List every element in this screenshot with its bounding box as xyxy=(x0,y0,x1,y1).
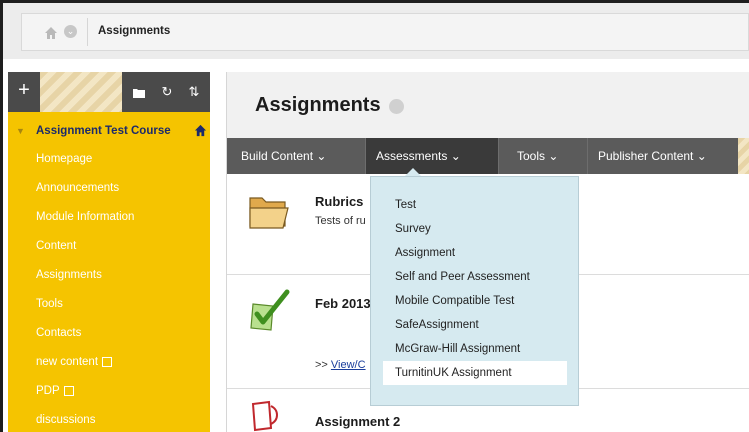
course-title[interactable]: Assignment Test Course xyxy=(36,125,171,137)
chevron-down-icon: ⌄ xyxy=(316,149,327,163)
assessments-dropdown-menu: Test Survey Assignment Self and Peer Ass… xyxy=(370,176,579,406)
assessments-button[interactable]: Assessments ⌄ xyxy=(366,138,498,174)
menu-item-assignment[interactable]: Assignment xyxy=(383,241,567,265)
sidebar-item-announcements[interactable]: Announcements xyxy=(36,182,119,194)
refresh-icon: ↻ xyxy=(161,84,173,99)
breadcrumb-current: Assignments xyxy=(98,25,171,37)
breadcrumb: ⌄ Assignments xyxy=(21,13,749,51)
menu-item-test[interactable]: Test xyxy=(383,193,567,217)
build-content-button[interactable]: Build Content ⌄ xyxy=(227,138,365,174)
tools-button[interactable]: Tools ⌄ xyxy=(499,138,587,174)
folder-view-button[interactable] xyxy=(125,72,153,112)
external-link-icon xyxy=(102,356,113,367)
sidebar-item-label: PDP xyxy=(36,385,60,397)
refresh-button[interactable]: ↻ xyxy=(153,72,181,112)
sidebar-item-content[interactable]: Content xyxy=(36,240,76,252)
view-link-row: >> View/C xyxy=(315,359,366,371)
item-description: Tests of ru xyxy=(315,215,366,227)
home-icon[interactable] xyxy=(44,26,58,40)
page-title: Assignments xyxy=(255,94,381,116)
assessments-label: Assessments xyxy=(376,149,448,163)
publisher-content-button[interactable]: Publisher Content ⌄ xyxy=(588,138,738,174)
sidebar-item-discussions[interactable]: discussions xyxy=(36,414,95,426)
publisher-content-label: Publisher Content xyxy=(598,149,694,163)
sidebar-item-module-information[interactable]: Module Information xyxy=(36,211,134,223)
menu-item-mcgraw-hill-assignment[interactable]: McGraw-Hill Assignment xyxy=(383,337,567,361)
menu-item-turnitinuk-assignment[interactable]: TurnitinUK Assignment xyxy=(383,361,567,385)
assignment-icon xyxy=(250,289,290,331)
breadcrumb-divider xyxy=(87,18,88,46)
toolbar-hatch xyxy=(40,72,122,112)
external-link-icon xyxy=(63,385,74,396)
collapse-triangle-icon[interactable]: ▼ xyxy=(16,126,25,136)
sidebar-item-pdp[interactable]: PDP xyxy=(36,385,74,397)
title-options-icon[interactable] xyxy=(389,99,404,114)
course-title-row[interactable]: ▼ Assignment Test Course xyxy=(8,122,210,146)
menu-item-self-and-peer-assessment[interactable]: Self and Peer Assessment xyxy=(383,265,567,289)
add-menu-item-button[interactable]: + xyxy=(8,72,40,112)
sidebar-item-new-content[interactable]: new content xyxy=(36,356,113,368)
course-home-icon[interactable] xyxy=(194,124,207,137)
menu-item-mobile-compatible-test[interactable]: Mobile Compatible Test xyxy=(383,289,567,313)
breadcrumb-area: ⌄ Assignments xyxy=(3,3,749,59)
sidebar-item-contacts[interactable]: Contacts xyxy=(36,327,81,339)
item-title-assignment-2[interactable]: Assignment 2 xyxy=(315,414,400,429)
action-bar: Build Content ⌄ Assessments ⌄ Tools ⌄ Pu… xyxy=(227,138,749,176)
course-menu: + ↻ ⇅ ▼ Assignment Test Course Homepage … xyxy=(8,72,210,432)
menu-pointer xyxy=(405,168,421,176)
folder-icon xyxy=(133,88,145,98)
folder-icon xyxy=(249,197,289,229)
menu-item-survey[interactable]: Survey xyxy=(383,217,567,241)
sidebar-item-tools[interactable]: Tools xyxy=(36,298,63,310)
menu-item-safeassignment[interactable]: SafeAssignment xyxy=(383,313,567,337)
sidebar-item-homepage[interactable]: Homepage xyxy=(36,153,92,165)
chevron-down-icon[interactable]: ⌄ xyxy=(64,25,77,38)
view-complete-link[interactable]: View/C xyxy=(331,359,366,371)
course-menu-toolbar: + ↻ ⇅ xyxy=(8,72,210,112)
reorder-button[interactable]: ⇅ xyxy=(180,72,208,112)
sidebar-item-assignments[interactable]: Assignments xyxy=(36,269,102,281)
item-title-feb-2013[interactable]: Feb 2013 xyxy=(315,296,371,311)
toolbar-hatch xyxy=(738,138,749,174)
page-header: Assignments xyxy=(227,72,749,138)
chevron-down-icon: ⌄ xyxy=(450,149,461,163)
item-title-rubrics[interactable]: Rubrics xyxy=(315,194,363,209)
link-prefix: >> xyxy=(315,359,331,371)
sidebar-item-label: new content xyxy=(36,356,99,368)
assignment-icon xyxy=(251,400,278,432)
reorder-icon: ⇅ xyxy=(188,84,200,99)
build-content-label: Build Content xyxy=(241,149,314,163)
tools-label: Tools xyxy=(517,149,546,163)
chevron-down-icon: ⌄ xyxy=(548,149,559,163)
chevron-down-icon: ⌄ xyxy=(696,149,707,163)
